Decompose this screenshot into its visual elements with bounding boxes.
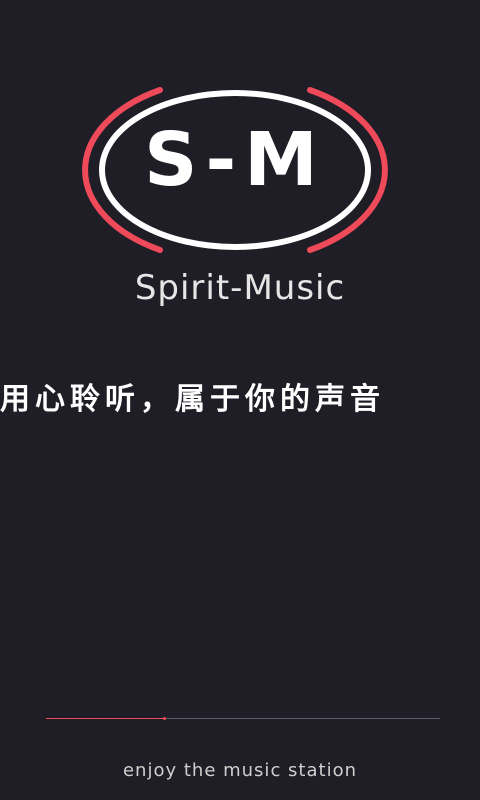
loading-progress-bar: [46, 717, 440, 720]
slogan: 用心聆听，属于你的声音: [0, 382, 385, 417]
logo-text: S-M: [144, 117, 326, 203]
loading-progress-fill: [46, 718, 165, 719]
app-logo: S-M: [60, 80, 410, 260]
tagline: enjoy the music station: [122, 760, 358, 781]
splash-screen: S-M Spirit-Music 用心聆听，属于你的声音 enjoy the m…: [0, 0, 480, 800]
loading-progress-thumb: [163, 717, 167, 720]
app-name: Spirit-Music: [134, 268, 346, 308]
